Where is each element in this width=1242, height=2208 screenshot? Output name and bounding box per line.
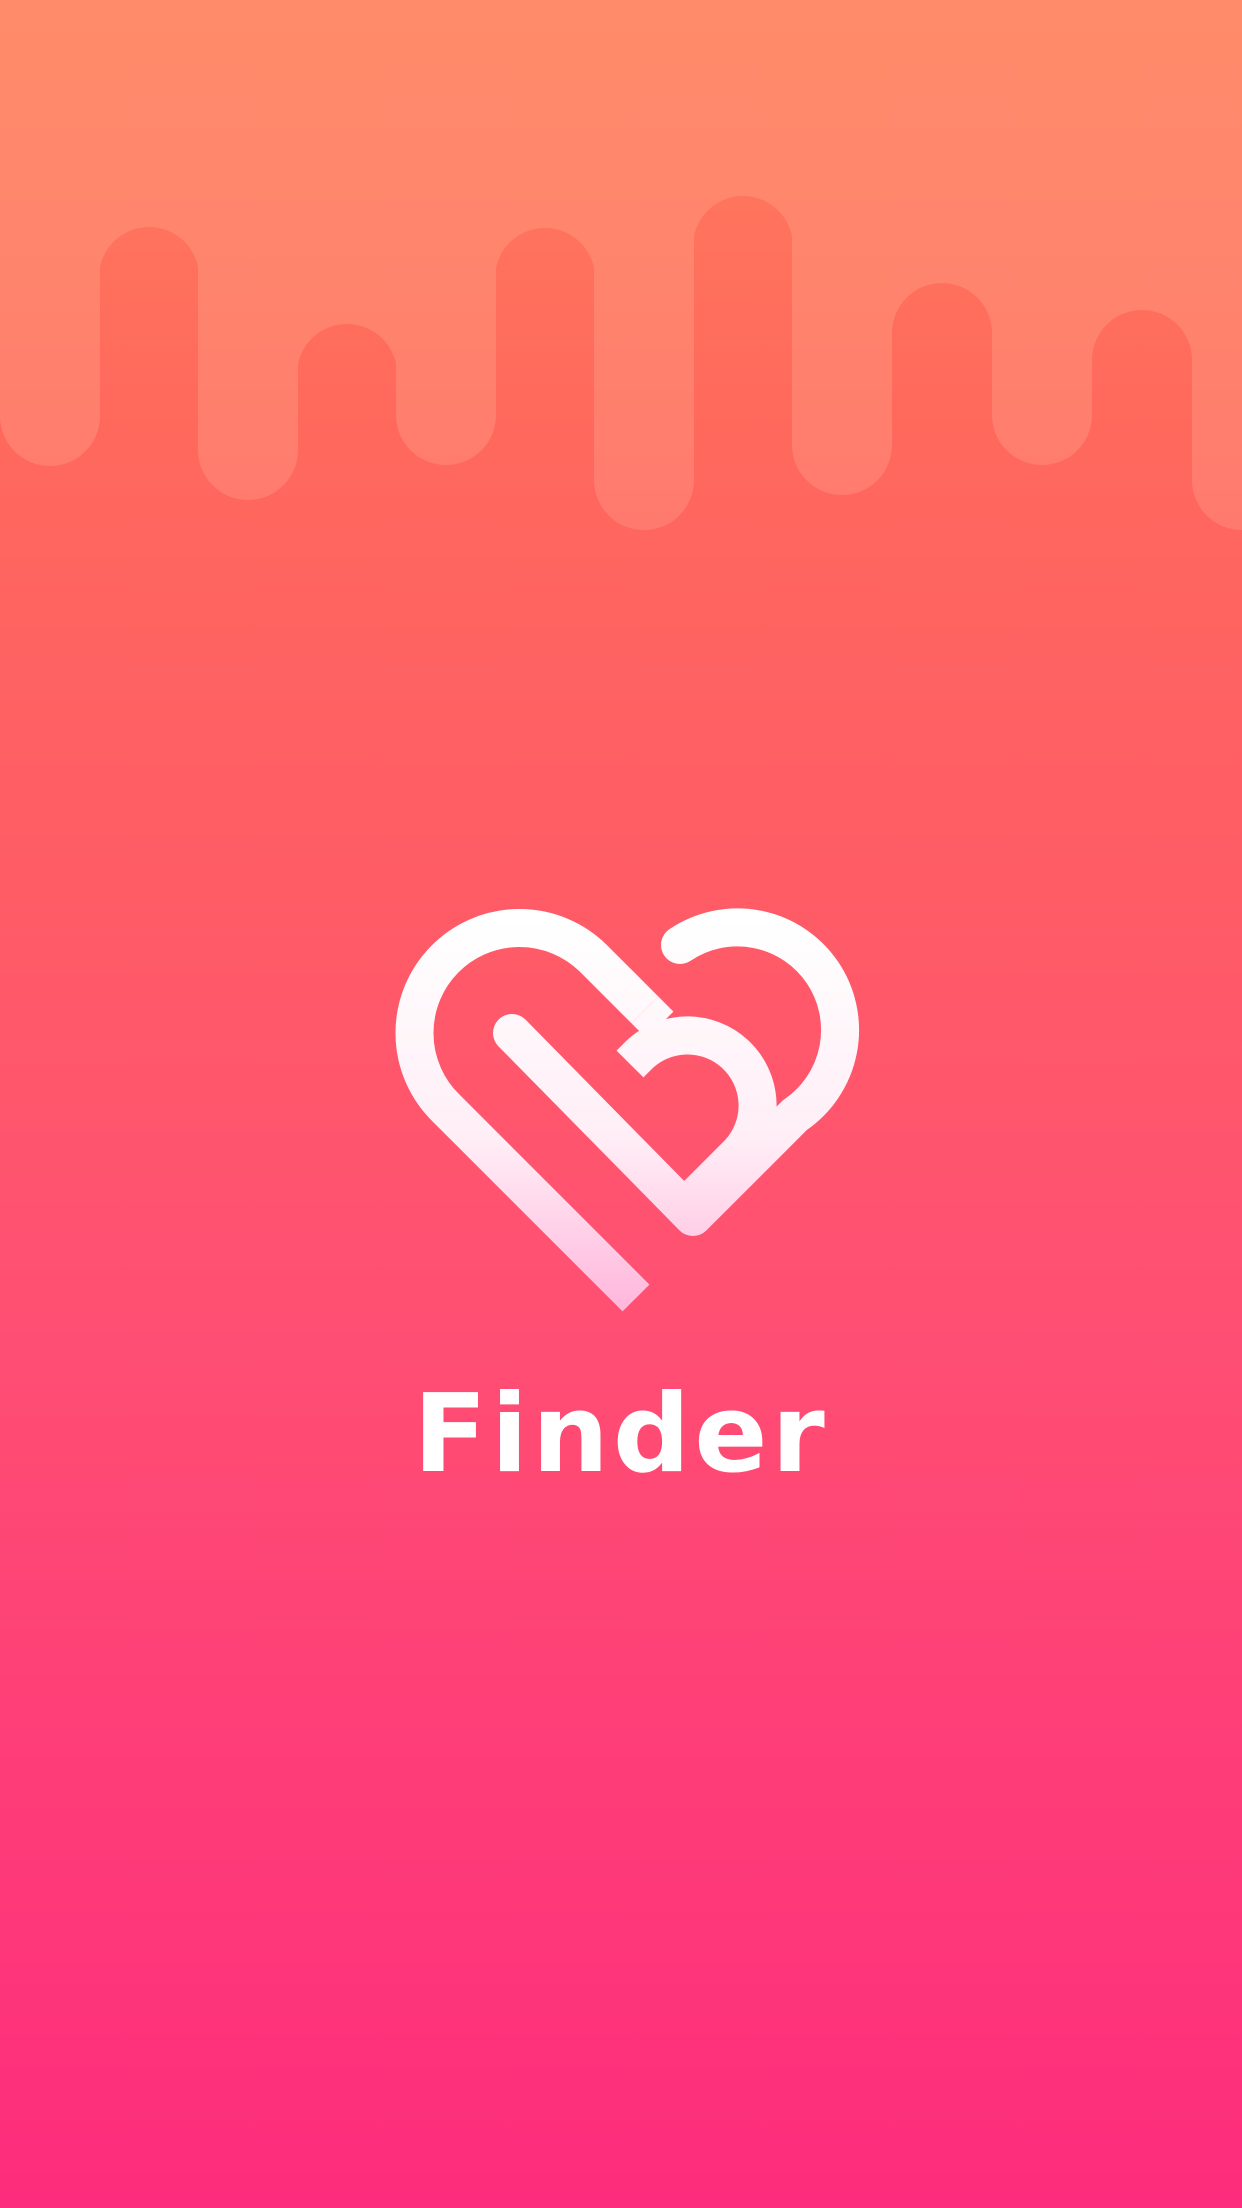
app-title: Finder (413, 1372, 829, 1497)
drip-decoration (0, 0, 1242, 530)
heart-b-logo-icon (395, 908, 860, 1312)
splash-screen: Finder (0, 0, 1242, 2208)
